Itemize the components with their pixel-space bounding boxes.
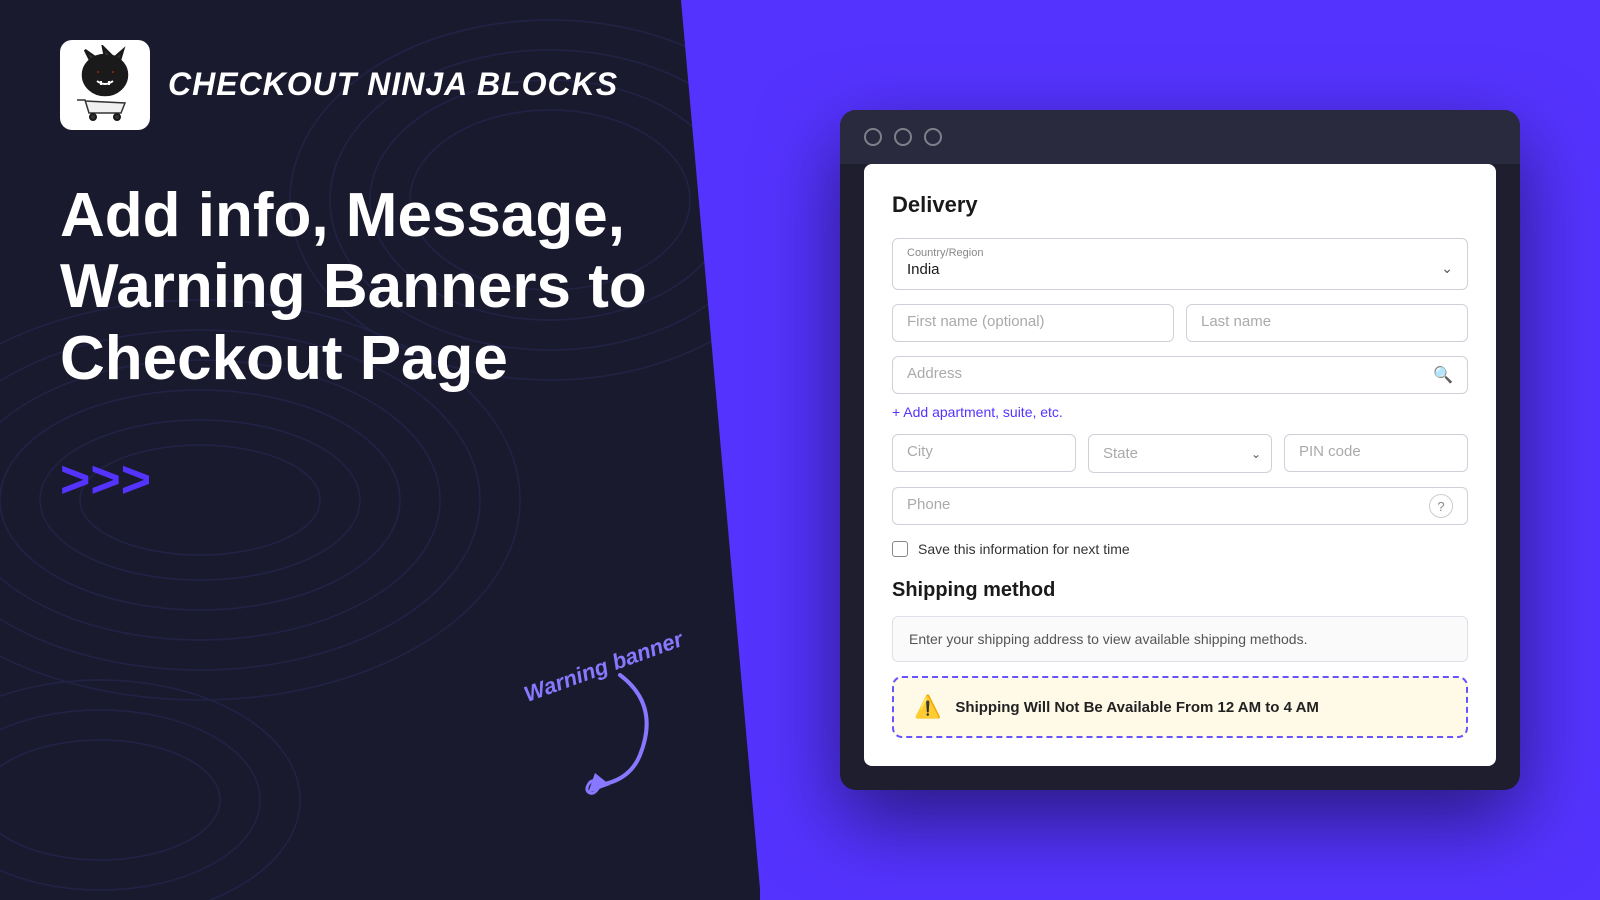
curved-arrow-container [560, 665, 680, 800]
city-placeholder: City [907, 443, 933, 460]
country-region-field[interactable]: Country/Region India ⌄ [892, 238, 1468, 290]
brand-title: CHECKOUT NINJA BLOCKS [168, 67, 618, 102]
chevron-arrows: >>> [60, 454, 151, 506]
city-state-pin-row: City State ⌄ PIN code [892, 434, 1468, 473]
warning-triangle-icon: ⚠️ [914, 694, 941, 720]
state-field[interactable]: State ⌄ [1088, 434, 1272, 473]
checkout-panel: Delivery Country/Region India ⌄ First na… [864, 164, 1496, 766]
headline: Add info, Message, Warning Banners to Ch… [60, 180, 700, 394]
browser-dot-green [924, 128, 942, 146]
logo-box [60, 40, 150, 130]
first-name-field[interactable]: First name (optional) [892, 304, 1174, 342]
state-chevron-down-icon: ⌄ [1251, 447, 1261, 461]
name-row: First name (optional) Last name [892, 304, 1468, 342]
state-placeholder: State [1103, 445, 1138, 462]
browser-dot-red [864, 128, 882, 146]
left-content: CHECKOUT NINJA BLOCKS Add info, Message,… [60, 40, 700, 506]
phone-placeholder: Phone [907, 496, 950, 513]
pin-field[interactable]: PIN code [1284, 434, 1468, 473]
save-info-label: Save this information for next time [918, 541, 1130, 557]
first-name-placeholder: First name (optional) [907, 313, 1045, 330]
left-panel: CHECKOUT NINJA BLOCKS Add info, Message,… [0, 0, 760, 900]
address-placeholder: Address [907, 365, 962, 382]
shipping-info-box: Enter your shipping address to view avai… [892, 616, 1468, 662]
warning-banner: ⚠️ Shipping Will Not Be Available From 1… [892, 676, 1468, 738]
warning-banner-text: Shipping Will Not Be Available From 12 A… [955, 699, 1319, 716]
save-info-row: Save this information for next time [892, 541, 1468, 557]
browser-titlebar [840, 110, 1520, 164]
search-icon: 🔍 [1433, 365, 1453, 385]
address-row: Address 🔍 [892, 356, 1468, 394]
phone-field[interactable]: Phone ? [892, 487, 1468, 525]
pin-placeholder: PIN code [1299, 443, 1361, 460]
last-name-placeholder: Last name [1201, 313, 1271, 330]
curved-arrow-icon [560, 665, 680, 795]
delivery-title: Delivery [892, 192, 1468, 218]
ninja-logo-icon [65, 45, 145, 125]
right-panel: Delivery Country/Region India ⌄ First na… [760, 0, 1600, 900]
address-field[interactable]: Address 🔍 [892, 356, 1468, 394]
last-name-field[interactable]: Last name [1186, 304, 1468, 342]
logo-row: CHECKOUT NINJA BLOCKS [60, 40, 700, 130]
browser-mockup: Delivery Country/Region India ⌄ First na… [840, 110, 1520, 790]
add-apartment-link[interactable]: + Add apartment, suite, etc. [892, 404, 1468, 420]
city-field[interactable]: City [892, 434, 1076, 473]
shipping-method-title: Shipping method [892, 579, 1468, 602]
shipping-info-text: Enter your shipping address to view avai… [909, 631, 1307, 647]
country-value: India [907, 261, 940, 278]
chevron-down-icon: ⌄ [1441, 260, 1453, 277]
save-info-checkbox[interactable] [892, 541, 908, 557]
arrows-row: >>> [60, 454, 700, 506]
help-icon: ? [1429, 494, 1453, 518]
browser-dot-yellow [894, 128, 912, 146]
country-label: Country/Region [907, 247, 1453, 259]
